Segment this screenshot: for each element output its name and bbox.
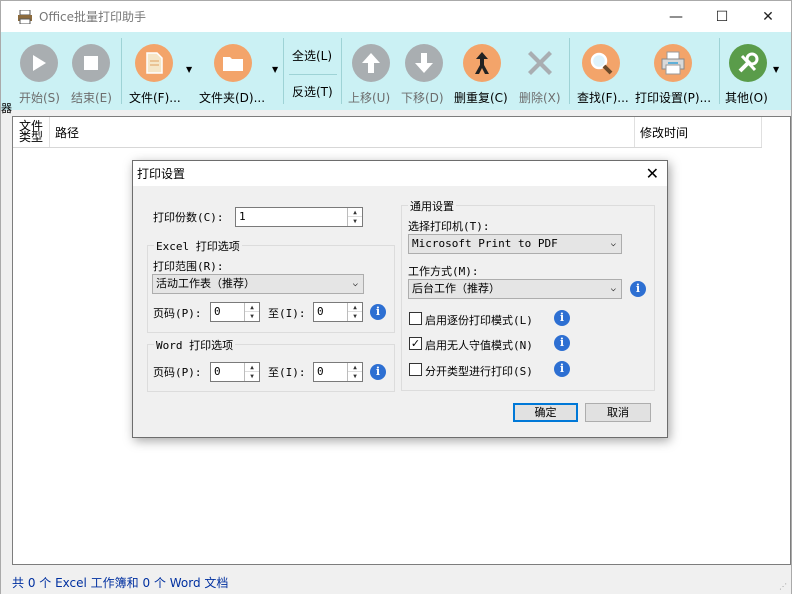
tools-icon xyxy=(729,44,767,82)
add-file-button[interactable]: 文件(F)... xyxy=(129,32,181,110)
add-folder-button[interactable]: 文件夹(D)... xyxy=(199,32,265,110)
arrow-down-icon xyxy=(405,44,443,82)
copies-stepper[interactable]: 1 ▲ ▼ xyxy=(235,207,363,227)
word-page-label: 页码(P): xyxy=(153,366,202,379)
app-title: Office批量打印助手 xyxy=(39,10,147,24)
unattended-checkbox[interactable]: ✓ xyxy=(409,337,422,350)
other-button[interactable]: 其他(O) xyxy=(725,32,768,110)
list-header: 文件 类型 路径 修改时间 xyxy=(13,117,762,148)
word-group-title: Word 打印选项 xyxy=(154,337,236,353)
toolbar-separator xyxy=(283,38,284,104)
print-settings-dialog: 打印设置 ✕ 打印份数(C): 1 ▲ ▼ Excel 打印选项 打印范围(R):… xyxy=(132,160,668,438)
other-dropdown-arrow[interactable]: ▼ xyxy=(773,65,779,74)
delete-x-icon xyxy=(521,44,559,82)
copies-label: 打印份数(C): xyxy=(153,211,224,224)
remove-duplicates-button[interactable]: 删重复(C) xyxy=(454,32,508,110)
file-dropdown-arrow[interactable]: ▼ xyxy=(186,65,192,74)
split-label[interactable]: 分开类型进行打印(S) xyxy=(425,363,533,379)
dialog-close-button[interactable]: ✕ xyxy=(646,164,659,183)
play-icon xyxy=(20,44,58,82)
magnifier-icon xyxy=(582,44,620,82)
collate-info-icon[interactable]: i xyxy=(554,310,570,326)
mode-info-icon[interactable]: i xyxy=(630,281,646,297)
word-to-label: 至(I): xyxy=(268,366,306,379)
print-settings-button[interactable]: 打印设置(P)... xyxy=(635,32,711,110)
status-text: 共 0 个 Excel 工作簿和 0 个 Word 文档 xyxy=(12,576,229,590)
title-bar: Office批量打印助手 — ☐ ✕ xyxy=(1,1,791,32)
invert-selection-button[interactable]: 反选(T) xyxy=(292,83,333,100)
select-all-button[interactable]: 全选(L) xyxy=(292,47,332,64)
delete-button[interactable]: 删除(X) xyxy=(519,32,561,110)
file-icon xyxy=(135,44,173,82)
copies-value: 1 xyxy=(239,210,246,223)
merge-arrow-icon xyxy=(463,44,501,82)
start-button[interactable]: 开始(S) xyxy=(19,32,60,110)
printer-app-icon xyxy=(17,9,33,24)
excel-page-label: 页码(P): xyxy=(153,307,202,320)
status-bar: 共 0 个 Excel 工作簿和 0 个 Word 文档 ⋰ xyxy=(1,571,791,594)
chevron-down-icon: ⌵ xyxy=(352,279,358,289)
stop-icon xyxy=(72,44,110,82)
column-path[interactable]: 路径 xyxy=(50,117,635,147)
excel-to-label: 至(I): xyxy=(268,307,306,320)
folder-icon xyxy=(214,44,252,82)
column-type[interactable]: 文件 类型 xyxy=(13,117,50,147)
arrow-up-icon xyxy=(352,44,390,82)
minimize-button[interactable]: — xyxy=(653,1,699,32)
range-select[interactable]: 活动工作表（推荐） ⌵ xyxy=(152,274,364,294)
printer-icon xyxy=(654,44,692,82)
dialog-title: 打印设置 xyxy=(137,167,186,181)
printer-select[interactable]: Microsoft Print to PDF ⌵ xyxy=(408,234,622,254)
toolbar: 器 开始(S) 结束(E) 文件(F)... ▼ 文件夹(D)... ▼ 全选(… xyxy=(1,32,791,115)
chevron-down-icon: ⌵ xyxy=(610,239,616,249)
copies-spin-arrows[interactable]: ▲ ▼ xyxy=(347,208,362,226)
range-label: 打印范围(R): xyxy=(153,260,224,273)
find-button[interactable]: 查找(F)... xyxy=(577,32,629,110)
printer-label: 选择打印机(T): xyxy=(408,220,490,233)
ok-button[interactable]: 确定 xyxy=(513,403,578,422)
excel-page-info-icon[interactable]: i xyxy=(370,304,386,320)
toolbar-separator xyxy=(719,38,720,104)
toolbar-clipped-glyph: 器 xyxy=(1,102,12,115)
word-page-info-icon[interactable]: i xyxy=(370,364,386,380)
maximize-button[interactable]: ☐ xyxy=(699,1,745,32)
close-button[interactable]: ✕ xyxy=(745,1,791,32)
resize-grip-icon[interactable]: ⋰ xyxy=(779,582,787,591)
folder-dropdown-arrow[interactable]: ▼ xyxy=(272,65,278,74)
toolbar-separator xyxy=(341,38,342,104)
split-info-icon[interactable]: i xyxy=(554,361,570,377)
excel-group-title: Excel 打印选项 xyxy=(154,238,242,254)
unattended-label[interactable]: 启用无人守值模式(N) xyxy=(425,337,533,353)
select-divider xyxy=(289,74,337,75)
word-page-from-stepper[interactable]: 0 ▲ ▼ xyxy=(210,362,260,382)
mode-select[interactable]: 后台工作（推荐） ⌵ xyxy=(408,279,622,299)
excel-page-from-stepper[interactable]: 0 ▲ ▼ xyxy=(210,302,260,322)
toolbar-separator xyxy=(569,38,570,104)
stop-button[interactable]: 结束(E) xyxy=(71,32,112,110)
move-up-button[interactable]: 上移(U) xyxy=(348,32,391,110)
move-down-button[interactable]: 下移(D) xyxy=(401,32,444,110)
split-checkbox[interactable] xyxy=(409,363,422,376)
excel-page-to-stepper[interactable]: 0 ▲ ▼ xyxy=(313,302,363,322)
column-modified[interactable]: 修改时间 xyxy=(635,117,762,147)
word-page-to-stepper[interactable]: 0 ▲ ▼ xyxy=(313,362,363,382)
dialog-title-bar: 打印设置 ✕ xyxy=(133,161,667,186)
toolbar-separator xyxy=(121,38,122,104)
general-group-title: 通用设置 xyxy=(408,198,456,214)
chevron-down-icon: ⌵ xyxy=(610,284,616,294)
collate-label[interactable]: 启用逐份打印模式(L) xyxy=(425,312,533,328)
unattended-info-icon[interactable]: i xyxy=(554,335,570,351)
cancel-button[interactable]: 取消 xyxy=(585,403,651,422)
mode-label: 工作方式(M): xyxy=(408,265,479,278)
collate-checkbox[interactable] xyxy=(409,312,422,325)
